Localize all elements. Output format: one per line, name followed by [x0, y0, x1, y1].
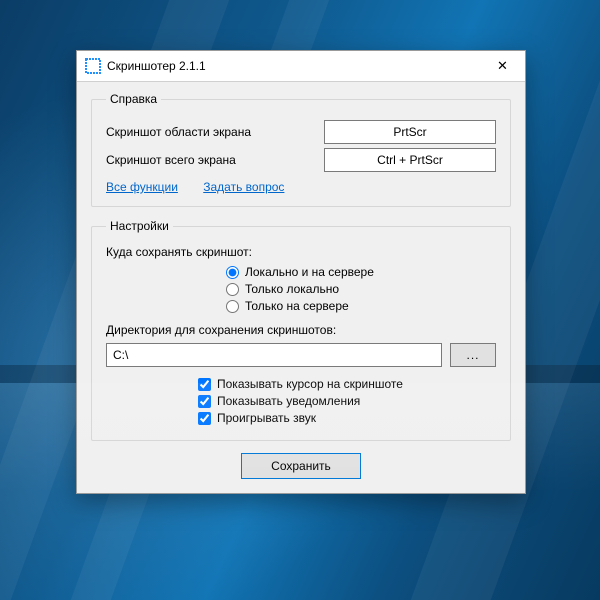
check-notify-input[interactable]	[198, 395, 211, 408]
radio-local-input[interactable]	[226, 283, 239, 296]
area-shot-label: Скриншот области экрана	[106, 125, 324, 139]
check-notify-label: Показывать уведомления	[217, 394, 360, 408]
save-button[interactable]: Сохранить	[241, 453, 361, 479]
desktop-background: Скриншотер 2.1.1 ✕ Справка Скриншот обла…	[0, 0, 600, 600]
radio-local-label: Только локально	[245, 282, 339, 296]
area-hotkey-field[interactable]: PrtScr	[324, 120, 496, 144]
app-window: Скриншотер 2.1.1 ✕ Справка Скриншот обла…	[76, 50, 526, 494]
radio-server[interactable]: Только на сервере	[226, 299, 496, 313]
check-sound-input[interactable]	[198, 412, 211, 425]
radio-both-input[interactable]	[226, 266, 239, 279]
help-legend: Справка	[106, 92, 161, 106]
full-hotkey-field[interactable]: Ctrl + PrtScr	[324, 148, 496, 172]
check-sound[interactable]: Проигрывать звук	[198, 411, 496, 425]
full-shot-label: Скриншот всего экрана	[106, 153, 324, 167]
dir-input[interactable]	[106, 343, 442, 367]
checkbox-group: Показывать курсор на скриншоте Показыват…	[198, 377, 496, 425]
link-ask-question[interactable]: Задать вопрос	[203, 180, 284, 194]
save-where-label: Куда сохранять скриншот:	[106, 245, 496, 259]
radio-local[interactable]: Только локально	[226, 282, 496, 296]
radio-both[interactable]: Локально и на сервере	[226, 265, 496, 279]
radio-server-input[interactable]	[226, 300, 239, 313]
close-icon: ✕	[497, 58, 508, 74]
save-where-radios: Локально и на сервере Только локально То…	[226, 265, 496, 313]
check-sound-label: Проигрывать звук	[217, 411, 316, 425]
browse-label: ...	[466, 348, 479, 362]
check-cursor-input[interactable]	[198, 378, 211, 391]
full-hotkey-text: Ctrl + PrtScr	[377, 153, 443, 167]
link-all-functions[interactable]: Все функции	[106, 180, 178, 194]
window-body: Справка Скриншот области экрана PrtScr С…	[77, 82, 525, 493]
area-hotkey-text: PrtScr	[393, 125, 426, 139]
radio-both-label: Локально и на сервере	[245, 265, 374, 279]
app-icon	[85, 58, 101, 74]
check-notify[interactable]: Показывать уведомления	[198, 394, 496, 408]
settings-group: Настройки Куда сохранять скриншот: Локал…	[91, 219, 511, 441]
check-cursor[interactable]: Показывать курсор на скриншоте	[198, 377, 496, 391]
save-button-label: Сохранить	[271, 459, 331, 473]
radio-server-label: Только на сервере	[245, 299, 349, 313]
check-cursor-label: Показывать курсор на скриншоте	[217, 377, 403, 391]
window-title: Скриншотер 2.1.1	[107, 59, 480, 73]
browse-button[interactable]: ...	[450, 343, 496, 367]
close-button[interactable]: ✕	[480, 51, 525, 81]
titlebar[interactable]: Скриншотер 2.1.1 ✕	[77, 51, 525, 82]
settings-legend: Настройки	[106, 219, 173, 233]
help-group: Справка Скриншот области экрана PrtScr С…	[91, 92, 511, 207]
dir-label: Директория для сохранения скриншотов:	[106, 323, 496, 337]
